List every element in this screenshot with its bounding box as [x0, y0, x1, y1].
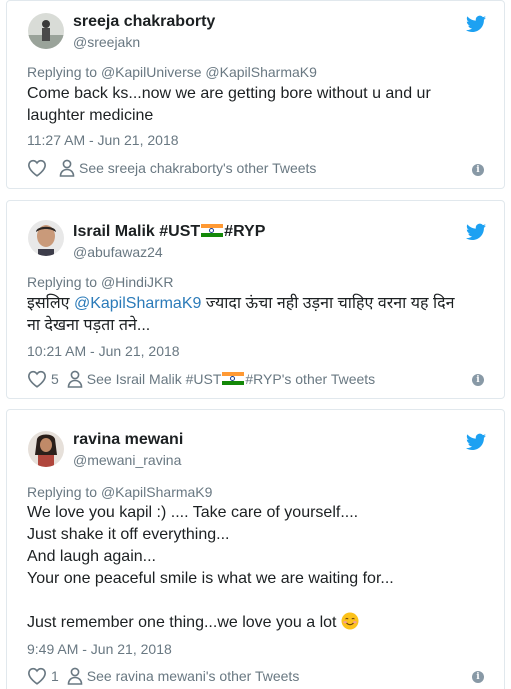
- replying-prefix: Replying to: [27, 64, 98, 80]
- link-segment: #RYP's other Tweets: [245, 371, 376, 387]
- see-other-tweets-link[interactable]: See ravina mewani's other Tweets: [87, 668, 300, 684]
- tweet-card-1[interactable]: sreeja chakraborty @sreejakn Replying to…: [6, 0, 505, 189]
- like-count: 1: [51, 668, 59, 684]
- tweet-text-segment: इसलिए: [27, 295, 70, 312]
- replying-prefix: Replying to: [27, 484, 98, 500]
- mention-link[interactable]: @KapilSharmaK9: [74, 295, 201, 312]
- tweet-line: Just remember one thing...we love you a …: [27, 612, 488, 634]
- see-other-tweets-link[interactable]: See Israil Malik #UST #RYP's other Tweets: [87, 371, 375, 387]
- person-icon: [67, 370, 83, 388]
- replying-to: Replying to @HindiJKR: [27, 274, 174, 290]
- tweet-line: laughter medicine: [27, 107, 154, 124]
- tweet-actions: See sreeja chakraborty's other Tweets: [27, 158, 316, 178]
- tweet-line: And laugh again...: [27, 548, 156, 565]
- user-handle[interactable]: @mewani_ravina: [73, 452, 181, 468]
- info-icon[interactable]: i: [472, 374, 484, 386]
- display-name[interactable]: sreeja chakraborty: [73, 13, 215, 31]
- person-icon: [59, 159, 75, 177]
- india-flag-emoji: [222, 372, 245, 385]
- replying-mentions[interactable]: @HindiJKR: [101, 274, 174, 290]
- replying-to: Replying to @KapilSharmaK9: [27, 484, 212, 500]
- twitter-bird-icon[interactable]: [466, 15, 486, 33]
- heart-icon[interactable]: [27, 370, 47, 388]
- person-icon: [67, 667, 83, 685]
- display-name-part: Israil Malik #UST: [73, 223, 201, 240]
- avatar[interactable]: [28, 431, 64, 467]
- tweet-text-segment: ज्यादा ऊंचा नही उड़ना चाहिए वरना यह दिन: [205, 295, 455, 312]
- timestamp[interactable]: 9:49 AM - Jun 21, 2018: [27, 641, 172, 657]
- twitter-bird-icon[interactable]: [466, 223, 486, 241]
- tweet-line: We love you kapil :) .... Take care of y…: [27, 504, 359, 521]
- user-handle[interactable]: @abufawaz24: [73, 244, 163, 260]
- tweet-line: ना देखना पड़ता तने...: [27, 317, 151, 334]
- tweet-text-segment: Just remember one thing...we love you a …: [27, 614, 337, 631]
- twitter-bird-icon[interactable]: [466, 433, 486, 451]
- smiling-face-emoji: [341, 612, 358, 630]
- avatar[interactable]: [28, 13, 64, 49]
- tweet-line: Just shake it off everything...: [27, 526, 230, 543]
- tweet-card-3[interactable]: ravina mewani @mewani_ravina Replying to…: [6, 409, 505, 689]
- timestamp[interactable]: 10:21 AM - Jun 21, 2018: [27, 343, 180, 359]
- display-name[interactable]: ravina mewani: [73, 431, 183, 449]
- tweet-actions: 5 See Israil Malik #UST #RYP's other Twee…: [27, 369, 375, 389]
- link-segment: See Israil Malik #UST: [86, 371, 222, 387]
- display-name-part: #RYP: [224, 223, 266, 240]
- heart-icon[interactable]: [27, 667, 47, 685]
- heart-icon[interactable]: [27, 159, 47, 177]
- user-handle[interactable]: @sreejakn: [73, 34, 140, 50]
- tweet-text: इसलिए @KapilSharmaK9 ज्यादा ऊंचा नही उड़…: [27, 293, 488, 337]
- like-count: 5: [51, 371, 59, 387]
- india-flag-emoji: [201, 224, 224, 237]
- replying-to: Replying to @KapilUniverse @KapilSharmaK…: [27, 64, 317, 80]
- tweet-text: Come back ks...now we are getting bore w…: [27, 83, 488, 127]
- display-name[interactable]: Israil Malik #UST #RYP: [73, 223, 265, 241]
- timestamp[interactable]: 11:27 AM - Jun 21, 2018: [27, 132, 179, 148]
- avatar[interactable]: [28, 220, 64, 256]
- tweet-actions: 1 See ravina mewani's other Tweets: [27, 666, 299, 686]
- tweet-line: इसलिए @KapilSharmaK9 ज्यादा ऊंचा नही उड़…: [27, 293, 488, 315]
- info-icon[interactable]: i: [472, 671, 484, 683]
- replying-mentions[interactable]: @KapilSharmaK9: [101, 484, 213, 500]
- tweet-line: Your one peaceful smile is what we are w…: [27, 570, 394, 587]
- replying-mentions[interactable]: @KapilUniverse @KapilSharmaK9: [101, 64, 317, 80]
- tweet-line: Come back ks...now we are getting bore w…: [27, 85, 431, 102]
- see-other-tweets-link[interactable]: See sreeja chakraborty's other Tweets: [79, 160, 316, 176]
- info-icon[interactable]: i: [472, 164, 484, 176]
- tweet-text: We love you kapil :) .... Take care of y…: [27, 502, 488, 634]
- tweet-card-2[interactable]: Israil Malik #UST #RYP @abufawaz24 Replyi…: [6, 200, 505, 399]
- replying-prefix: Replying to: [27, 274, 98, 290]
